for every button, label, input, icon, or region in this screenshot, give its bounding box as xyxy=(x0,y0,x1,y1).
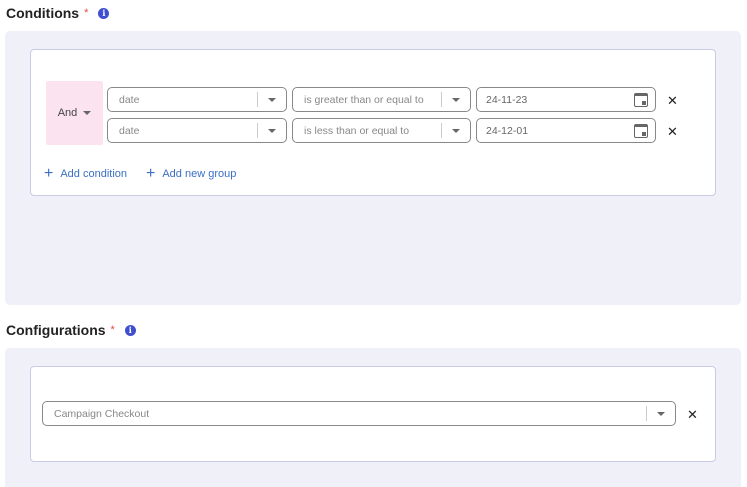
remove-configuration-button[interactable]: ✕ xyxy=(687,408,698,421)
configuration-value: Campaign Checkout xyxy=(54,407,150,420)
condition-comparator-select[interactable]: is greater than or equal to xyxy=(292,87,471,112)
configurations-heading: Configurations * i xyxy=(6,322,136,338)
conditions-heading: Conditions * i xyxy=(6,5,110,21)
condition-date-value: 24-11-23 xyxy=(486,93,528,106)
plus-icon: + xyxy=(44,165,54,182)
condition-field-value: date xyxy=(119,93,140,106)
configuration-select[interactable]: Campaign Checkout xyxy=(42,401,676,426)
condition-date-input[interactable]: 24-12-01 xyxy=(476,118,656,143)
configurations-title: Configurations xyxy=(6,322,106,338)
calendar-icon[interactable] xyxy=(634,123,648,138)
condition-field-value: date xyxy=(119,124,140,137)
conditions-title: Conditions xyxy=(6,5,80,21)
add-condition-button[interactable]: + Add condition xyxy=(44,166,127,182)
info-icon[interactable]: i xyxy=(98,7,110,19)
chevron-down-icon xyxy=(442,128,470,133)
required-mark: * xyxy=(110,324,115,336)
chevron-down-icon xyxy=(258,128,286,133)
chevron-down-icon xyxy=(442,97,470,102)
add-group-label: Add new group xyxy=(162,168,237,180)
condition-field-select[interactable]: date xyxy=(107,118,287,143)
configuration-card: Campaign Checkout ✕ xyxy=(30,366,716,462)
plus-icon: + xyxy=(146,165,156,182)
condition-date-input[interactable]: 24-11-23 xyxy=(476,87,656,112)
calendar-icon[interactable] xyxy=(634,92,648,107)
condition-date-value: 24-12-01 xyxy=(486,124,529,137)
chevron-down-icon xyxy=(258,97,286,102)
condition-comparator-value: is greater than or equal to xyxy=(304,93,424,106)
condition-comparator-select[interactable]: is less than or equal to xyxy=(292,118,471,143)
remove-condition-button[interactable]: ✕ xyxy=(667,94,678,107)
condition-field-select[interactable]: date xyxy=(107,87,287,112)
group-operator-select[interactable]: And xyxy=(46,81,103,145)
configurations-panel: Campaign Checkout ✕ xyxy=(5,348,741,487)
info-icon[interactable]: i xyxy=(124,324,136,336)
required-mark: * xyxy=(84,7,89,19)
condition-group-card: And date is greater than or equal to 24-… xyxy=(30,49,716,196)
chevron-down-icon xyxy=(83,111,92,115)
condition-comparator-value: is less than or equal to xyxy=(304,124,410,137)
group-operator-label: And xyxy=(57,107,78,119)
add-group-button[interactable]: + Add new group xyxy=(146,166,236,182)
chevron-down-icon xyxy=(647,411,675,416)
add-condition-label: Add condition xyxy=(60,168,128,180)
conditions-panel: And date is greater than or equal to 24-… xyxy=(5,31,741,305)
remove-condition-button[interactable]: ✕ xyxy=(667,125,678,138)
